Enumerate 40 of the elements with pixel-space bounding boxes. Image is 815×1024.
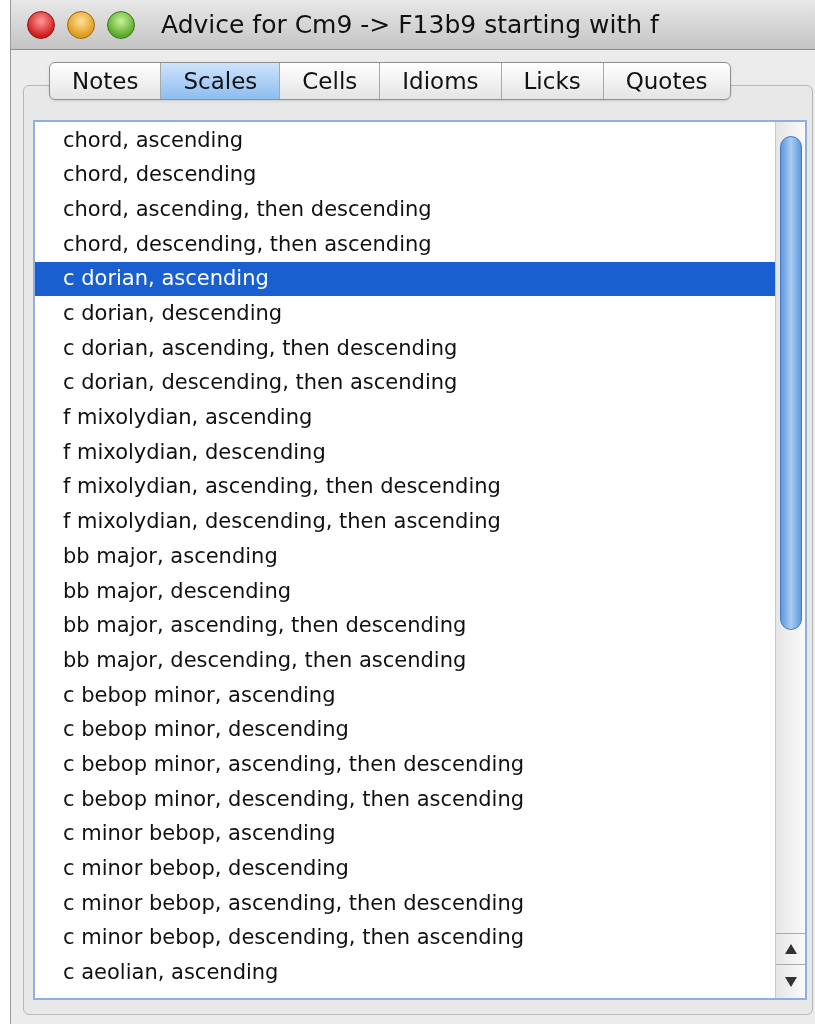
list-item[interactable]: bb major, descending — [35, 573, 775, 609]
list-item[interactable]: c dorian, ascending, then descending — [35, 331, 775, 366]
window-title: Advice for Cm9 -> F13b9 starting with f — [161, 8, 659, 41]
list-item[interactable]: c minor bebop, ascending, then descending — [35, 886, 775, 921]
list-item[interactable]: chord, descending — [35, 157, 775, 193]
tab[interactable]: Notes — [50, 63, 161, 99]
down-arrow-icon — [783, 976, 798, 988]
list-item[interactable]: f mixolydian, ascending, then descending — [35, 469, 775, 505]
list-item[interactable]: c bebop minor, ascending — [35, 678, 775, 713]
list-item[interactable]: bb major, descending, then ascending — [35, 643, 775, 678]
tab[interactable]: Idioms — [379, 63, 501, 99]
scroll-up-button[interactable] — [776, 933, 805, 965]
list-item[interactable]: chord, ascending — [35, 123, 775, 158]
list-item[interactable]: c dorian, ascending — [35, 261, 775, 297]
tab[interactable]: Cells — [279, 63, 380, 99]
list-item[interactable]: c minor bebop, descending, then ascending — [35, 920, 775, 956]
list-item[interactable]: chord, descending, then ascending — [35, 227, 775, 262]
list-item[interactable]: c bebop minor, descending, then ascending — [35, 782, 775, 817]
list-item[interactable]: f mixolydian, descending, then ascending — [35, 504, 775, 540]
zoom-button[interactable] — [107, 10, 135, 39]
list-item[interactable]: c minor bebop, descending — [35, 851, 775, 887]
list-item[interactable]: chord, ascending, then descending — [35, 192, 775, 228]
scrollbar[interactable] — [775, 122, 805, 998]
list-item[interactable]: bb major, ascending — [35, 539, 775, 574]
list-item[interactable]: c dorian, descending, then ascending — [35, 365, 775, 401]
list-item[interactable]: bb major, ascending, then descending — [35, 608, 775, 644]
scrollbar-thumb[interactable] — [780, 136, 802, 630]
tab[interactable]: Quotes — [602, 63, 730, 99]
list-item[interactable]: f mixolydian, descending — [35, 435, 775, 470]
list-item[interactable]: c bebop minor, descending — [35, 712, 775, 748]
minimize-button[interactable] — [67, 10, 95, 39]
list-item[interactable]: c minor bebop, ascending — [35, 816, 775, 852]
list-item[interactable]: c bebop minor, ascending, then descending — [35, 747, 775, 783]
list-item[interactable]: f mixolydian, ascending — [35, 400, 775, 436]
list-item[interactable]: c dorian, descending — [35, 296, 775, 332]
tab[interactable]: Scales — [160, 63, 280, 99]
tab[interactable]: Licks — [500, 63, 603, 99]
up-arrow-icon — [783, 943, 798, 955]
close-button[interactable] — [27, 10, 55, 39]
list-item[interactable]: c aeolian, ascending — [35, 955, 775, 991]
